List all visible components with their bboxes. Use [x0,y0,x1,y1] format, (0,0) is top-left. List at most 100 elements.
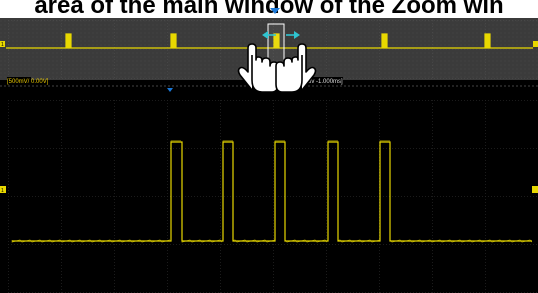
grid-dot [71,148,72,149]
grid-dot [273,118,274,119]
grid-dot [220,274,221,275]
grid-dot [61,277,62,278]
grid-dot [524,196,525,197]
grid-dot [290,196,291,197]
grid-dot [440,78,441,79]
grid-dot [485,166,486,167]
grid-dot [485,163,486,164]
grid-dot [32,244,33,245]
grid-dot [167,74,168,75]
grid-dot [212,20,213,21]
grid-dot [92,148,93,149]
grid-dot [114,124,115,125]
grid-dot [422,100,423,101]
grid-dot [143,20,144,21]
grid-dot [220,214,221,215]
grid-dot [515,196,516,197]
grid-dot [273,139,274,140]
grid-dot [61,148,62,149]
grid-dot [326,154,327,155]
grid-dot [114,56,115,57]
grid-dot [56,20,57,21]
grid-dot [61,142,62,143]
grid-dot [61,68,62,69]
grid-dot [220,68,221,69]
grid-dot [61,130,62,131]
grid-dot [114,77,115,78]
grid-dot [176,100,177,101]
trigger-position-marker[interactable] [270,8,280,14]
grid-dot [220,29,221,30]
grid-dot [8,62,9,63]
grid-dot [326,20,327,21]
grid-dot [332,196,333,197]
grid-dot [273,262,274,263]
grid-dot [458,100,459,101]
grid-dot [220,26,221,27]
grid-dot [432,232,433,233]
grid-dot [273,154,274,155]
grid-dot [29,100,30,101]
grid-dot [332,100,333,101]
grid-dot [101,20,102,21]
grid-dot [8,50,9,51]
grid-dot [432,139,433,140]
grid-dot [220,175,221,176]
grid-dot [23,20,24,21]
grid-dot [273,268,274,269]
grid-dot [61,163,62,164]
grid-dot [167,151,168,152]
grid-dot [61,208,62,209]
grid-dot [140,78,141,79]
grid-dot [8,127,9,128]
grid-dot [377,100,378,101]
grid-dot [167,121,168,122]
grid-dot [432,71,433,72]
grid-dot [482,100,483,101]
grid-dot [245,148,246,149]
grid-dot [365,100,366,101]
grid-dot [299,244,300,245]
grid-dot [239,20,240,21]
grid-dot [59,100,60,101]
grid-dot [167,250,168,251]
grid-dot [17,100,18,101]
grid-dot [485,62,486,63]
grid-dot [83,244,84,245]
grid-dot [527,196,528,197]
grid-dot [140,244,141,245]
grid-dot [56,244,57,245]
grid-dot [461,244,462,245]
grid-dot [467,100,468,101]
grid-dot [524,148,525,149]
grid-dot [61,265,62,266]
grid-dot [230,100,231,101]
grid-dot [419,148,420,149]
grid-dot [220,35,221,36]
grid-dot [8,74,9,75]
grid-dot [470,78,471,79]
grid-dot [432,289,433,290]
grid-dot [326,44,327,45]
grid-dot [485,217,486,218]
grid-dot [164,78,165,79]
grid-dot [521,20,522,21]
grid-dot [263,244,264,245]
grid-dot [326,220,327,221]
grid-dot [245,100,246,101]
grid-dot [287,20,288,21]
grid-dot [8,169,9,170]
grid-dot [167,163,168,164]
grid-dot [8,226,9,227]
grid-dot [206,20,207,21]
grid-dot [8,280,9,281]
grid-dot [395,196,396,197]
grid-dot [61,250,62,251]
grid-dot [379,44,380,45]
grid-dot [167,157,168,158]
main-window[interactable]: [500mV/ 0.00V] [500us/div -1.000ms] 1 [0,77,538,293]
grid-dot [61,112,62,113]
grid-dot [140,20,141,21]
grid-dot [344,100,345,101]
grid-dot [431,20,432,21]
